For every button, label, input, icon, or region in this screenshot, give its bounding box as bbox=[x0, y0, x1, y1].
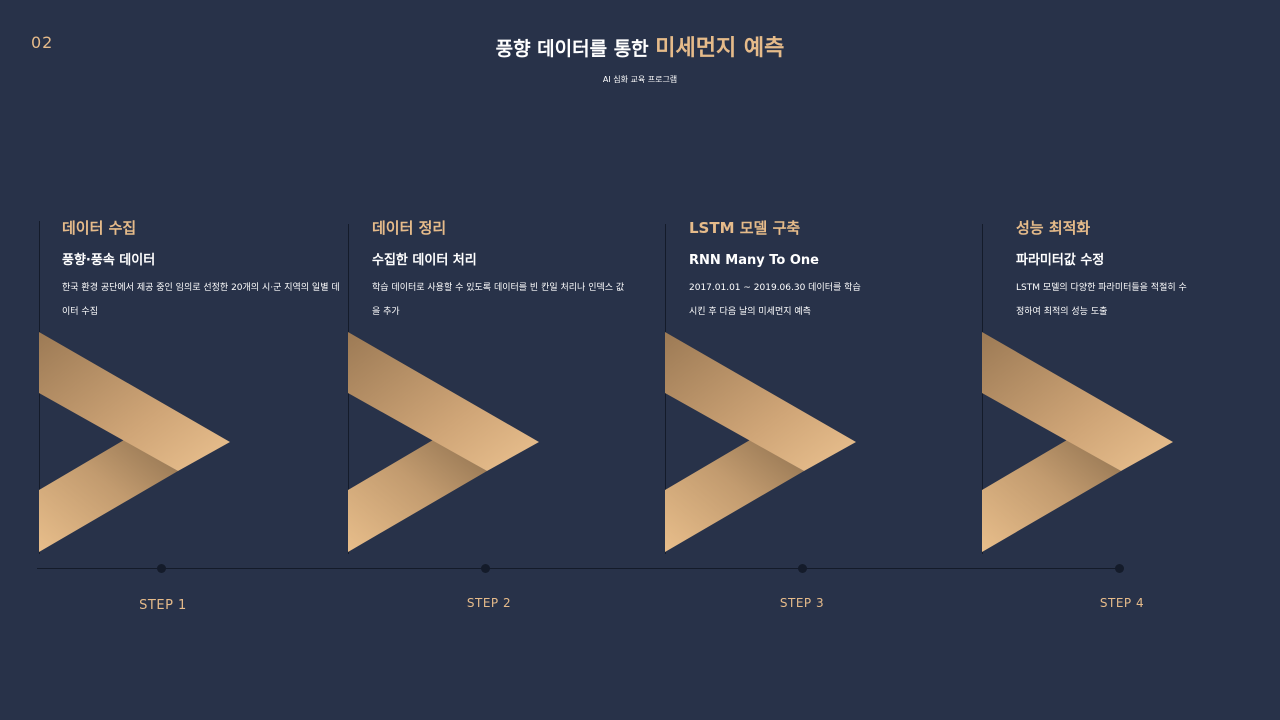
step-3-subtitle: RNN Many To One bbox=[689, 253, 819, 268]
step-3-chevron-arrow-icon bbox=[665, 332, 856, 552]
timeline-dot-3 bbox=[798, 564, 807, 573]
step-1-subtitle: 풍향·풍속 데이터 bbox=[62, 253, 156, 268]
step-1-block: 데이터 수집 풍향·풍속 데이터 한국 환경 공단에서 제공 중인 임의로 선정… bbox=[62, 216, 362, 324]
step-1-label: STEP 1 bbox=[139, 598, 187, 613]
title-white-text: 풍향 데이터를 통한 bbox=[495, 38, 649, 60]
step-2-block: 데이터 정리 수집한 데이터 처리 학습 데이터로 사용할 수 있도록 데이터를… bbox=[372, 216, 672, 324]
step-3-block: LSTM 모델 구축 RNN Many To One 2017.01.01 ~ … bbox=[689, 216, 989, 324]
timeline-line bbox=[37, 568, 1122, 569]
timeline-dot-4 bbox=[1115, 564, 1124, 573]
title-highlight-text: 미세먼지 예측 bbox=[655, 36, 785, 61]
step-4-block: 성능 최적화 파라미터값 수정 LSTM 모델의 다양한 파라미터들을 적절히 … bbox=[1016, 216, 1256, 324]
step-4-description: LSTM 모델의 다양한 파라미터들을 적절히 수정하여 최적의 성능 도출 bbox=[1016, 283, 1187, 317]
step-1-description: 한국 환경 공단에서 제공 중인 임의로 선정한 20개의 시·군 지역의 일별… bbox=[62, 283, 340, 317]
step-2-description: 학습 데이터로 사용할 수 있도록 데이터를 빈 칸일 처리나 인덱스 값을 추… bbox=[372, 283, 625, 317]
step-2-subtitle: 수집한 데이터 처리 bbox=[372, 253, 477, 268]
step-3-description: 2017.01.01 ~ 2019.06.30 데이터를 학습 시킨 후 다음 … bbox=[689, 283, 861, 317]
step-3-label: STEP 3 bbox=[779, 596, 825, 610]
step-2-label: STEP 2 bbox=[466, 596, 512, 610]
step-4-title: 성능 최적화 bbox=[1016, 219, 1091, 237]
timeline-dot-1 bbox=[157, 564, 166, 573]
step-1-chevron-arrow-icon bbox=[39, 332, 230, 552]
step-4-label: STEP 4 bbox=[1099, 596, 1145, 610]
step-1-title: 데이터 수집 bbox=[62, 219, 137, 237]
page-title: 풍향 데이터를 통한 미세먼지 예측 bbox=[0, 30, 1280, 62]
step-4-subtitle: 파라미터값 수정 bbox=[1016, 253, 1105, 268]
step-3-title: LSTM 모델 구축 bbox=[689, 219, 801, 237]
step-2-chevron-arrow-icon bbox=[348, 332, 539, 552]
timeline-dot-2 bbox=[481, 564, 490, 573]
page-subtitle: AI 심화 교육 프로그램 bbox=[602, 75, 678, 84]
step-4-chevron-arrow-icon bbox=[982, 332, 1173, 552]
step-2-title: 데이터 정리 bbox=[372, 219, 447, 237]
